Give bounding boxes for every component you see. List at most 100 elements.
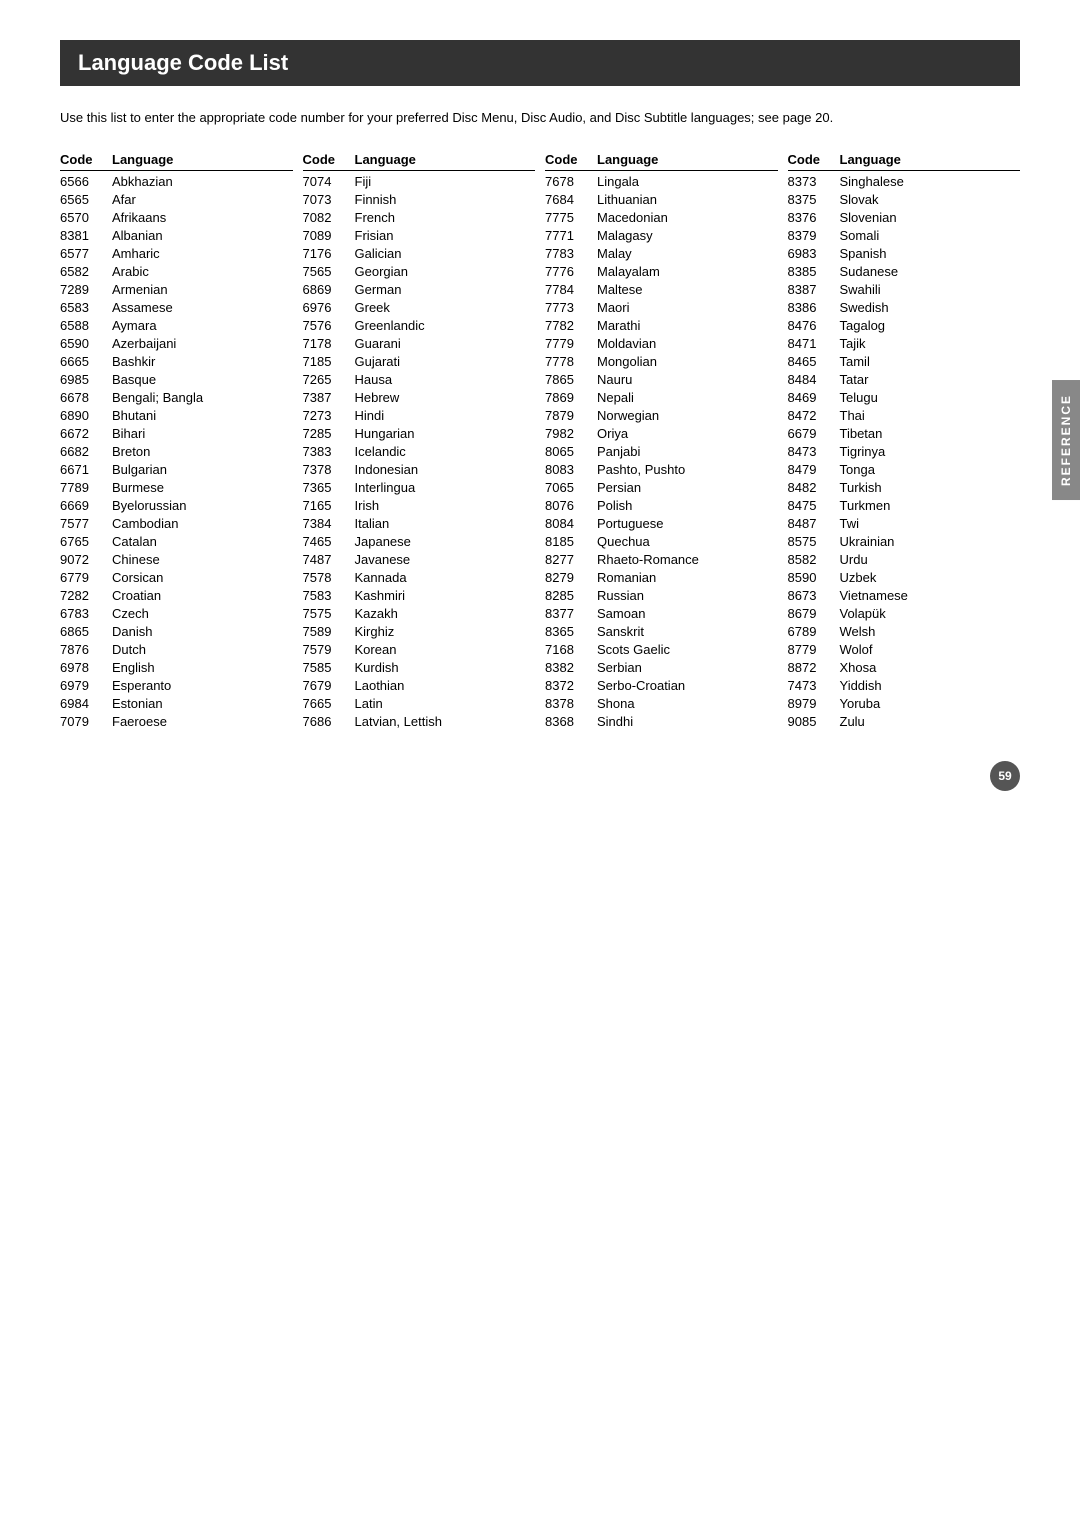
language-name: Nepali xyxy=(597,390,634,405)
page-container: REFERENCE Language Code List Use this li… xyxy=(60,40,1020,791)
language-name: German xyxy=(355,282,402,297)
language-code: 8779 xyxy=(788,642,840,657)
list-item: 7779Moldavian xyxy=(545,335,778,353)
language-name: Oriya xyxy=(597,426,628,441)
language-code: 6869 xyxy=(303,282,355,297)
language-name: Nauru xyxy=(597,372,632,387)
language-name: Tigrinya xyxy=(840,444,886,459)
language-code: 8575 xyxy=(788,534,840,549)
list-item: 7178Guarani xyxy=(303,335,536,353)
language-code: 8872 xyxy=(788,660,840,675)
language-name: Kannada xyxy=(355,570,407,585)
list-item: 6789Welsh xyxy=(788,623,1021,641)
language-code: 8582 xyxy=(788,552,840,567)
language-name: Norwegian xyxy=(597,408,659,423)
language-name: Pashto, Pushto xyxy=(597,462,685,477)
language-code: 7073 xyxy=(303,192,355,207)
language-code: 7273 xyxy=(303,408,355,423)
list-item: 6582Arabic xyxy=(60,263,293,281)
language-name: French xyxy=(355,210,395,225)
language-name: Scots Gaelic xyxy=(597,642,670,657)
list-item: 8582Urdu xyxy=(788,551,1021,569)
language-code: 7074 xyxy=(303,174,355,189)
language-code: 6983 xyxy=(788,246,840,261)
language-code: 7776 xyxy=(545,264,597,279)
list-item: 8484Tatar xyxy=(788,371,1021,389)
language-name: Kazakh xyxy=(355,606,398,621)
language-name: Indonesian xyxy=(355,462,419,477)
language-name: Aymara xyxy=(112,318,157,333)
language-code: 6672 xyxy=(60,426,112,441)
column-4-lang-header: Language xyxy=(840,152,901,167)
language-name: Fiji xyxy=(355,174,372,189)
list-item: 6583Assamese xyxy=(60,299,293,317)
language-name: Bulgarian xyxy=(112,462,167,477)
language-code: 8279 xyxy=(545,570,597,585)
language-name: Croatian xyxy=(112,588,161,603)
language-name: Macedonian xyxy=(597,210,668,225)
list-item: 7165Irish xyxy=(303,497,536,515)
language-code: 8472 xyxy=(788,408,840,423)
language-code: 8482 xyxy=(788,480,840,495)
language-name: Kurdish xyxy=(355,660,399,675)
list-item: 8376Slovenian xyxy=(788,209,1021,227)
list-item: 7282Croatian xyxy=(60,587,293,605)
list-item: 7576Greenlandic xyxy=(303,317,536,335)
language-name: Tatar xyxy=(840,372,869,387)
language-code: 8476 xyxy=(788,318,840,333)
language-code: 7285 xyxy=(303,426,355,441)
list-item: 7679Laothian xyxy=(303,677,536,695)
language-code: 8465 xyxy=(788,354,840,369)
language-code: 6976 xyxy=(303,300,355,315)
language-code: 8484 xyxy=(788,372,840,387)
language-code: 8381 xyxy=(60,228,112,243)
column-2-lang-header: Language xyxy=(355,152,416,167)
language-name: Afar xyxy=(112,192,136,207)
language-code: 8372 xyxy=(545,678,597,693)
language-code: 6669 xyxy=(60,498,112,513)
language-name: Breton xyxy=(112,444,150,459)
list-item: 7865Nauru xyxy=(545,371,778,389)
footer: 59 xyxy=(60,761,1020,791)
list-item: 7073Finnish xyxy=(303,191,536,209)
language-code: 7686 xyxy=(303,714,355,729)
language-code: 8382 xyxy=(545,660,597,675)
language-code: 8387 xyxy=(788,282,840,297)
language-name: Greek xyxy=(355,300,390,315)
language-code: 6679 xyxy=(788,426,840,441)
list-item: 6566Abkhazian xyxy=(60,173,293,191)
list-item: 7782Marathi xyxy=(545,317,778,335)
language-name: Quechua xyxy=(597,534,650,549)
language-code: 7365 xyxy=(303,480,355,495)
list-item: 8368Sindhi xyxy=(545,713,778,731)
language-name: Bihari xyxy=(112,426,145,441)
language-name: Serbo-Croatian xyxy=(597,678,685,693)
language-name: Wolof xyxy=(840,642,873,657)
list-item: 8373Singhalese xyxy=(788,173,1021,191)
language-code: 6582 xyxy=(60,264,112,279)
language-code: 8679 xyxy=(788,606,840,621)
language-code: 7789 xyxy=(60,480,112,495)
language-code: 7773 xyxy=(545,300,597,315)
language-name: Slovenian xyxy=(840,210,897,225)
list-item: 8378Shona xyxy=(545,695,778,713)
language-code: 8076 xyxy=(545,498,597,513)
language-name: Hindi xyxy=(355,408,385,423)
page-title-box: Language Code List xyxy=(60,40,1020,86)
language-name: Guarani xyxy=(355,336,401,351)
language-name: Italian xyxy=(355,516,390,531)
language-name: Icelandic xyxy=(355,444,406,459)
column-1-lang-header: Language xyxy=(112,152,173,167)
language-code: 7265 xyxy=(303,372,355,387)
list-item: 8385Sudanese xyxy=(788,263,1021,281)
list-item: 8387Swahili xyxy=(788,281,1021,299)
language-code: 6789 xyxy=(788,624,840,639)
language-name: Assamese xyxy=(112,300,173,315)
language-code: 9072 xyxy=(60,552,112,567)
language-code: 6985 xyxy=(60,372,112,387)
language-name: Georgian xyxy=(355,264,408,279)
language-code: 9085 xyxy=(788,714,840,729)
language-code: 6984 xyxy=(60,696,112,711)
language-code: 7387 xyxy=(303,390,355,405)
list-item: 7982Oriya xyxy=(545,425,778,443)
